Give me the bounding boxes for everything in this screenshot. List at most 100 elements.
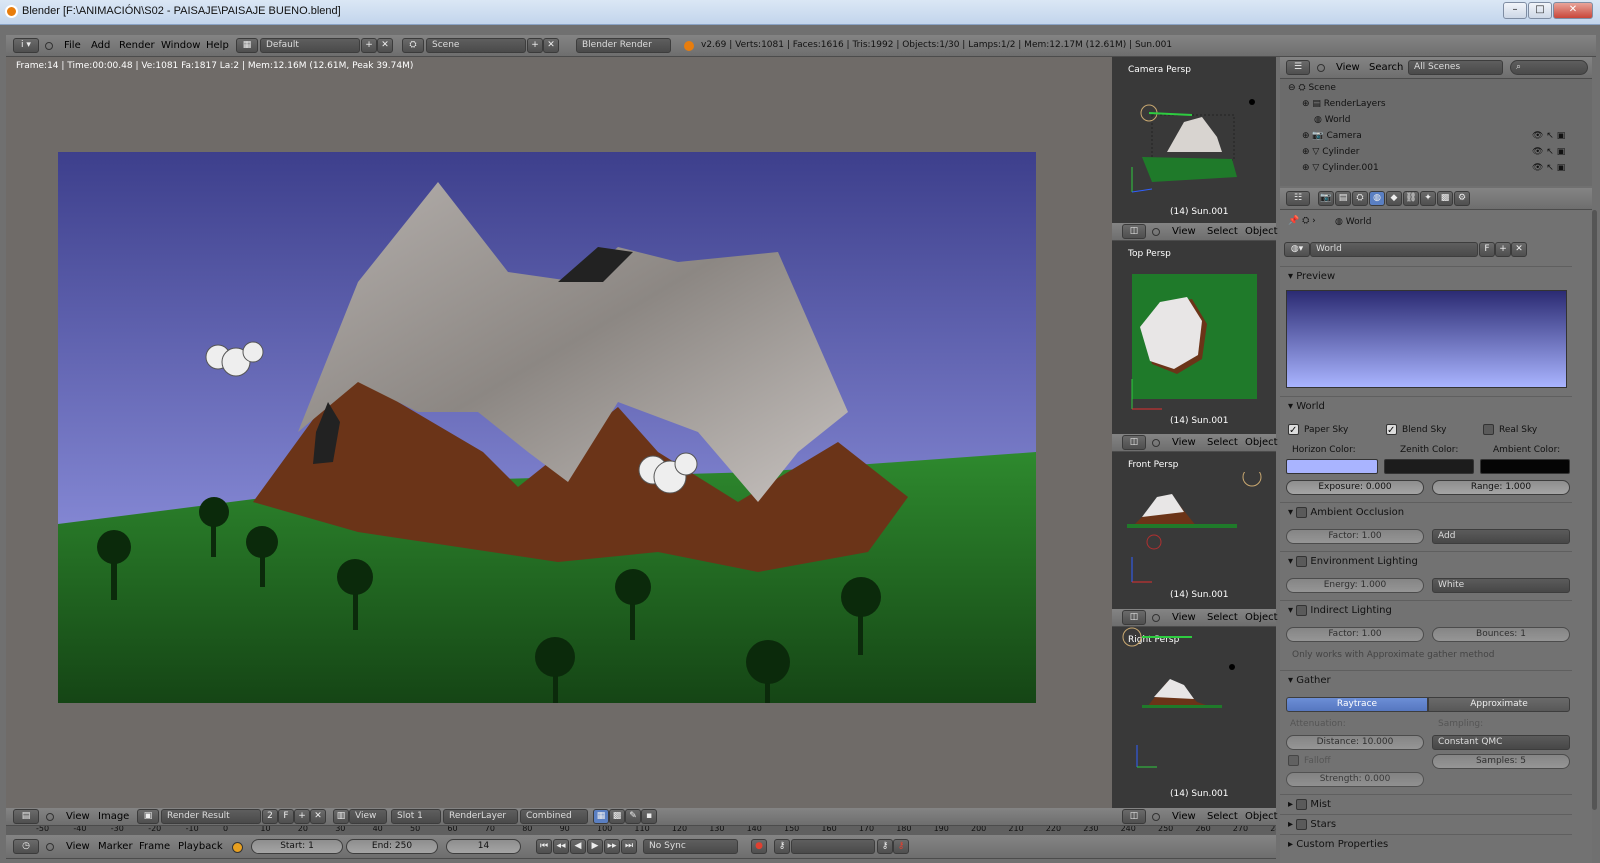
indirect-lighting-section[interactable]: ▾ Indirect Lighting	[1280, 600, 1572, 620]
image-editor-collapse-icon[interactable]	[46, 813, 54, 821]
vp-view-menu[interactable]: View	[1172, 226, 1196, 237]
alpha-icon[interactable]: ▩	[609, 809, 625, 824]
view-mode-select[interactable]: View	[349, 809, 387, 824]
preview-range-icon[interactable]	[232, 842, 243, 853]
visibility-eye-icon[interactable]: 👁 ↖ ▣	[1532, 147, 1565, 157]
outliner-item-renderlayers[interactable]: ⊕ ▤ RenderLayers	[1284, 99, 1386, 113]
object-tab-icon[interactable]: ◆	[1386, 191, 1402, 206]
next-keyframe-button[interactable]: ▸▸	[604, 839, 620, 854]
timeline-marker-menu[interactable]: Marker	[98, 841, 133, 852]
close-window-button[interactable]: ✕	[1553, 2, 1593, 19]
outliner-view-menu[interactable]: View	[1336, 62, 1360, 73]
horizon-color-swatch[interactable]	[1286, 459, 1378, 474]
vp-view-menu[interactable]: View	[1172, 811, 1196, 822]
world-browse-icon[interactable]: ◍▾	[1284, 242, 1310, 257]
viewport-camera[interactable]: Camera Persp (14) Sun.001	[1112, 57, 1276, 223]
outliner-display-select[interactable]: All Scenes	[1408, 60, 1503, 75]
collapse-icon[interactable]	[1152, 614, 1160, 622]
raytrace-button[interactable]: Raytrace	[1286, 697, 1428, 712]
falloff-checkbox[interactable]	[1288, 755, 1299, 766]
display-channels-icon[interactable]: ▦	[593, 809, 609, 824]
image-editor-type-icon[interactable]: ▤	[13, 809, 39, 824]
environment-lighting-section[interactable]: ▾ Environment Lighting	[1280, 551, 1572, 571]
blend-sky-checkbox[interactable]: ✓	[1386, 424, 1397, 436]
screen-layout-icon[interactable]: ▦	[236, 38, 258, 53]
ao-blend-select[interactable]: Add	[1432, 529, 1570, 544]
timeline-ruler[interactable]: -50 -40 -30 -20 -10 0 10 20 30 40 50 60 70 80 90 100 110…	[6, 826, 1276, 835]
vp-view-menu[interactable]: View	[1172, 437, 1196, 448]
jump-end-button[interactable]: ⏭	[621, 839, 637, 854]
render-layer-select[interactable]: RenderLayer	[443, 809, 518, 824]
timeline-type-icon[interactable]: ◷	[13, 839, 39, 854]
screen-layout-field[interactable]: Default	[260, 38, 360, 53]
samples-field[interactable]: Samples: 5	[1432, 754, 1570, 769]
distance-field[interactable]: Distance: 10.000	[1286, 735, 1424, 750]
constraints-tab-icon[interactable]: ⛓	[1403, 191, 1419, 206]
play-button[interactable]: ▶	[587, 839, 603, 854]
vp-object-menu[interactable]: Object	[1245, 226, 1278, 237]
modifiers-tab-icon[interactable]: ✦	[1420, 191, 1436, 206]
image-fake-user-button[interactable]: F	[278, 809, 294, 824]
vp-object-menu[interactable]: Object	[1245, 612, 1278, 623]
outliner-item-cylinder[interactable]: ⊕ ▽ Cylinder	[1284, 147, 1359, 161]
render-layers-tab-icon[interactable]: ▤	[1335, 191, 1351, 206]
collapse-icon[interactable]	[1152, 439, 1160, 447]
timeline-view-menu[interactable]: View	[66, 841, 90, 852]
minimize-button[interactable]: –	[1503, 2, 1527, 19]
world-tab-icon[interactable]: ◍	[1369, 191, 1385, 206]
timeline-frame-menu[interactable]: Frame	[139, 841, 170, 852]
outliner-search-field[interactable]: ⌕	[1510, 60, 1588, 75]
menu-file[interactable]: File	[64, 40, 81, 51]
outliner-search-menu[interactable]: Search	[1369, 62, 1403, 73]
add-layout-button[interactable]: +	[361, 38, 377, 53]
vp-select-menu[interactable]: Select	[1207, 437, 1238, 448]
viewport-front[interactable]: Front Persp (14) Sun.001	[1112, 452, 1276, 609]
image-name-field[interactable]: Render Result	[161, 809, 261, 824]
3d-view-type-icon[interactable]: ◫	[1122, 809, 1146, 824]
world-new-button[interactable]: +	[1495, 242, 1511, 257]
viewport-right[interactable]: Right Persp (14) Sun.001	[1112, 627, 1276, 808]
sampling-method-select[interactable]: Constant QMC	[1432, 735, 1570, 750]
timeline-collapse-icon[interactable]	[46, 843, 54, 851]
indirect-bounces-field[interactable]: Bounces: 1	[1432, 627, 1570, 642]
mist-section[interactable]: ▸ Mist	[1280, 794, 1572, 814]
jump-start-button[interactable]: ⏮	[536, 839, 552, 854]
properties-scrollbar[interactable]	[1592, 210, 1597, 810]
env-color-select[interactable]: White	[1432, 578, 1570, 593]
collapse-icon[interactable]	[1152, 228, 1160, 236]
ao-factor-field[interactable]: Factor: 1.00	[1286, 529, 1424, 544]
outliner-item-scene[interactable]: ⊖ ⛭ Scene	[1284, 83, 1584, 97]
image-unlink-button[interactable]: ✕	[310, 809, 326, 824]
render-tab-icon[interactable]: 📷	[1318, 191, 1334, 206]
maximize-button[interactable]: □	[1528, 2, 1552, 19]
play-reverse-button[interactable]: ◀	[570, 839, 586, 854]
collapse-menu-icon[interactable]	[45, 42, 53, 50]
image-users-count[interactable]: 2	[262, 809, 278, 824]
render-engine-select[interactable]: Blender Render	[576, 38, 671, 53]
vp-select-menu[interactable]: Select	[1207, 226, 1238, 237]
image-browse-icon[interactable]: ▣	[137, 809, 159, 824]
view-mode-icon[interactable]: ▥	[333, 809, 349, 824]
vp-object-menu[interactable]: Object	[1245, 811, 1278, 822]
viewport-top[interactable]: Top Persp (14) Sun.001	[1112, 241, 1276, 434]
properties-type-icon[interactable]: ☷	[1286, 191, 1310, 206]
collapse-icon[interactable]	[1152, 813, 1160, 821]
outliner-item-cylinder001[interactable]: ⊕ ▽ Cylinder.001	[1284, 163, 1379, 177]
outliner-item-camera[interactable]: ⊕ 📷 Camera	[1284, 131, 1362, 145]
range-field[interactable]: Range: 1.000	[1432, 480, 1570, 495]
menu-window[interactable]: Window	[161, 40, 200, 51]
world-section[interactable]: ▾ World	[1280, 396, 1572, 416]
outliner-type-icon[interactable]: ☰	[1286, 60, 1310, 75]
menu-render[interactable]: Render	[119, 40, 155, 51]
pen-icon[interactable]: ✎	[625, 809, 641, 824]
exposure-field[interactable]: Exposure: 0.000	[1286, 480, 1424, 495]
slot-select[interactable]: Slot 1	[391, 809, 441, 824]
zenith-color-swatch[interactable]	[1384, 459, 1474, 474]
keying-set-field[interactable]	[791, 839, 875, 854]
outliner-collapse-icon[interactable]	[1317, 64, 1325, 72]
visibility-eye-icon[interactable]: 👁 ↖ ▣	[1532, 163, 1565, 173]
preview-section[interactable]: ▾ Preview	[1280, 266, 1572, 286]
delete-keyframe-button[interactable]: ⚷	[893, 839, 909, 854]
snap-icon[interactable]: ▪	[641, 809, 657, 824]
remove-scene-button[interactable]: ✕	[543, 38, 559, 53]
